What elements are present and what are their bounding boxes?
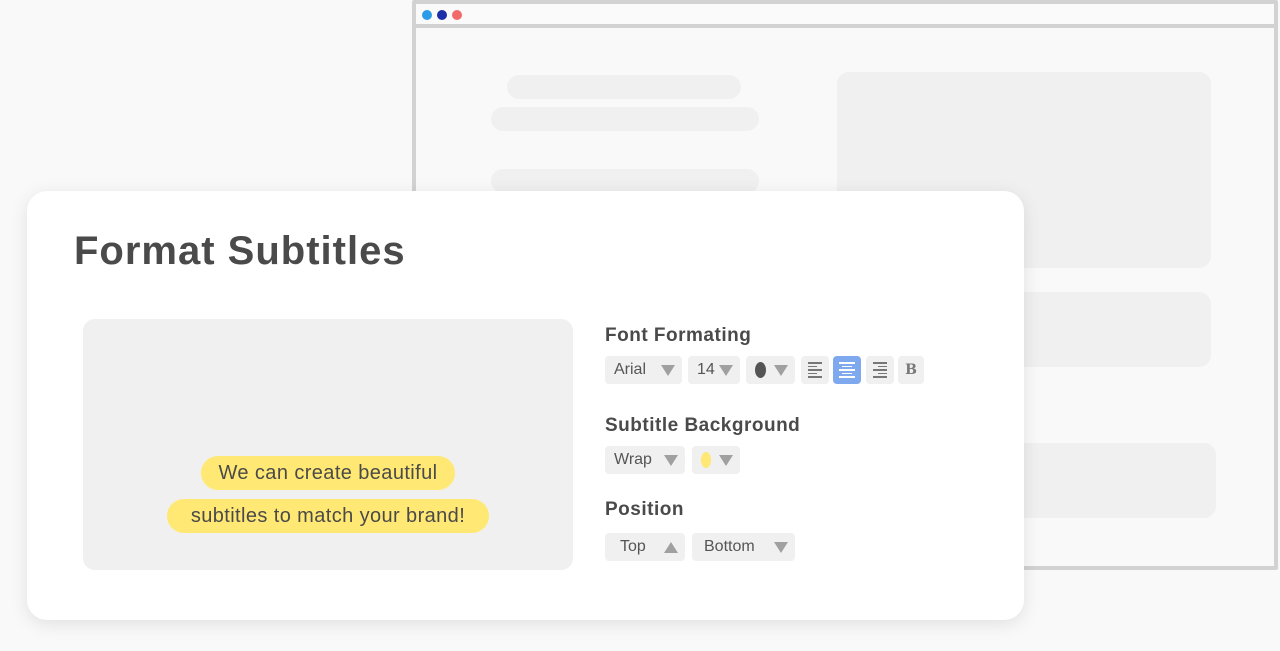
background-color-select[interactable]	[692, 446, 740, 474]
card-title: Format Subtitles	[74, 229, 406, 273]
bold-button[interactable]: B	[898, 356, 924, 384]
font-formatting-label: Font Formating	[605, 325, 752, 346]
position-top-label: Top	[620, 538, 646, 555]
subtitle-preview: We can create beautiful subtitles to mat…	[83, 319, 573, 570]
align-right-icon	[873, 362, 887, 378]
font-color-select[interactable]	[746, 356, 795, 384]
position-bottom-button[interactable]: Bottom	[692, 533, 795, 561]
window-dot-red	[452, 10, 462, 20]
placeholder-line	[507, 75, 741, 99]
background-style-select[interactable]: Wrap	[605, 446, 685, 474]
align-right-button[interactable]	[866, 356, 894, 384]
window-dot-navy	[437, 10, 447, 20]
font-color-swatch	[755, 362, 766, 378]
subtitle-line: We can create beautiful	[83, 456, 573, 490]
chevron-down-icon	[664, 454, 678, 466]
browser-title-bar	[416, 4, 1274, 28]
chevron-down-icon	[661, 364, 675, 376]
align-center-icon	[839, 362, 855, 378]
font-size-select[interactable]: 14	[688, 356, 740, 384]
position-label: Position	[605, 499, 684, 520]
chevron-up-icon	[664, 541, 678, 553]
placeholder-line	[491, 107, 759, 131]
format-subtitles-card: Format Subtitles We can create beautiful…	[27, 191, 1024, 620]
subtitle-background-label: Subtitle Background	[605, 415, 801, 436]
bold-icon: B	[905, 362, 917, 378]
font-family-value: Arial	[614, 361, 647, 378]
background-color-swatch	[701, 452, 711, 468]
position-top-button[interactable]: Top	[605, 533, 685, 561]
placeholder-line	[491, 169, 759, 193]
subtitle-text-1: We can create beautiful	[200, 456, 456, 490]
align-left-icon	[808, 362, 822, 378]
chevron-down-icon	[719, 454, 733, 466]
align-left-button[interactable]	[801, 356, 829, 384]
chevron-down-icon	[719, 364, 733, 376]
subtitle-line: subtitles to match your brand!	[83, 499, 573, 533]
font-family-select[interactable]: Arial	[605, 356, 682, 384]
font-size-value: 14	[697, 361, 715, 378]
chevron-down-icon	[774, 364, 788, 376]
window-dot-blue	[422, 10, 432, 20]
chevron-down-icon	[774, 541, 788, 553]
subtitle-text-2: subtitles to match your brand!	[166, 499, 490, 533]
background-style-value: Wrap	[614, 451, 652, 468]
position-bottom-label: Bottom	[704, 538, 755, 555]
align-center-button[interactable]	[833, 356, 861, 384]
